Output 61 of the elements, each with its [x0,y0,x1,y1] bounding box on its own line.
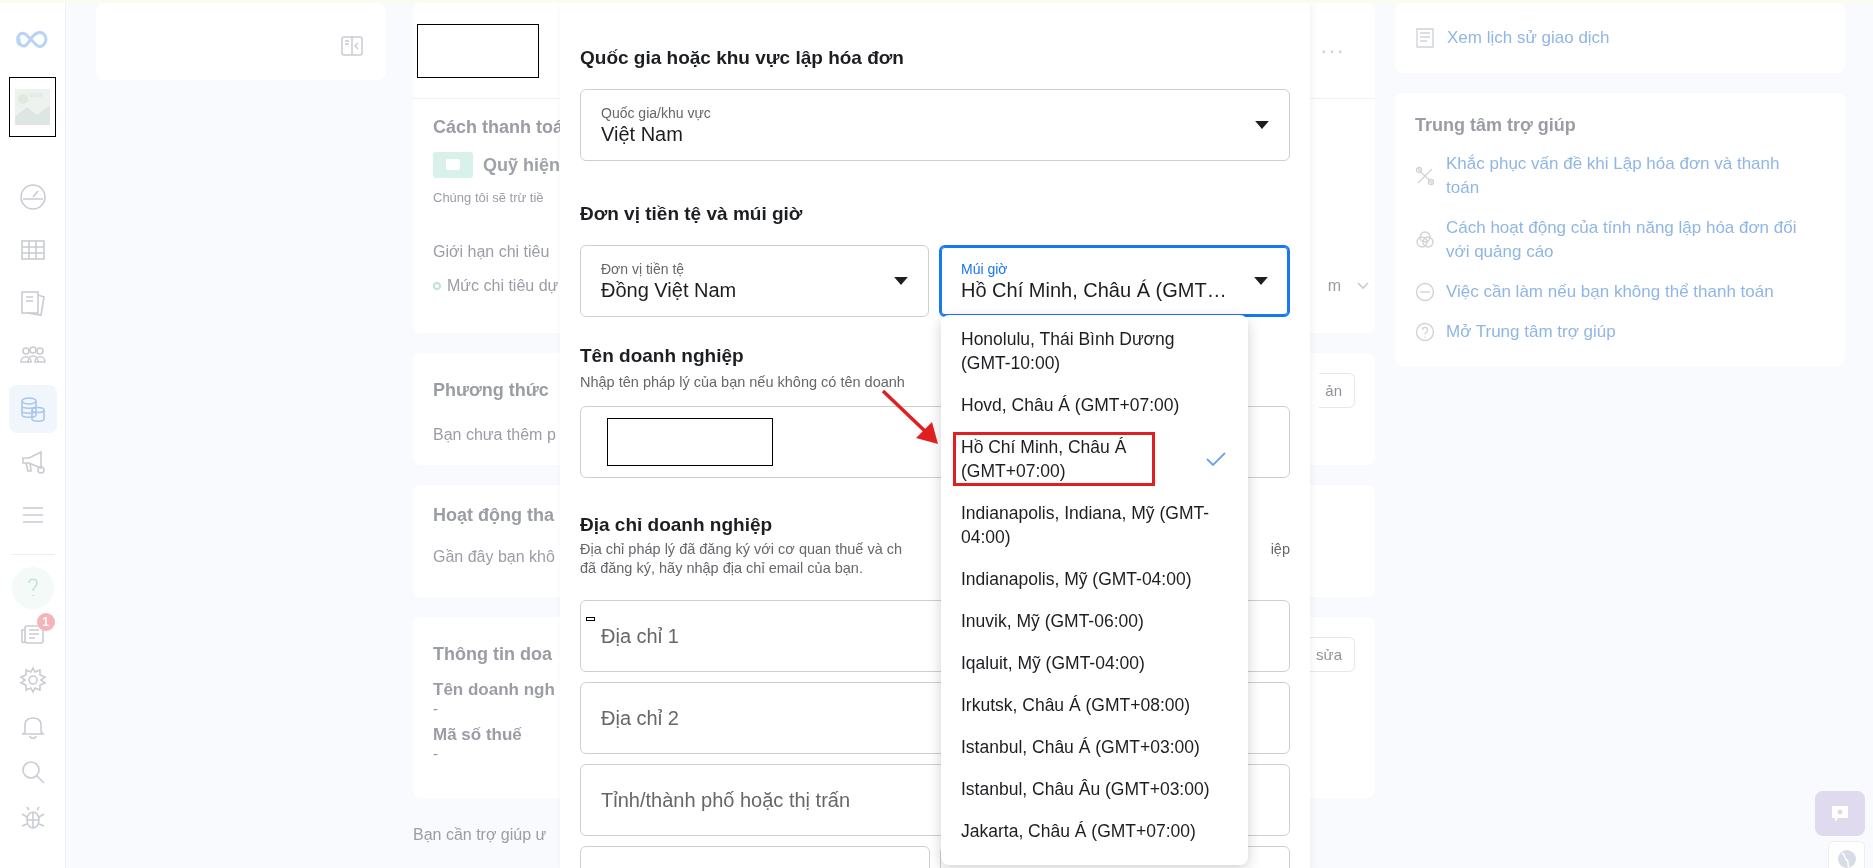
field-value: - [433,745,438,762]
timezone-option[interactable]: Inuvik, Mỹ (GMT-06:00) [941,600,1248,642]
chat-star-icon [1830,803,1850,824]
gauge-icon [18,183,47,211]
coins-icon [18,395,47,423]
help-prompt: Bạn cần trợ giúp ư [413,826,547,844]
minus-circle-icon [1415,282,1435,302]
payment-method-name: Quỹ hiện [483,154,560,176]
caret-icon [1254,277,1268,285]
help-icon [1415,322,1435,342]
card-text: Gần đây bạn khô [433,548,555,566]
field-label: Tên doanh ngh [433,680,555,700]
section-heading: Địa chỉ doanh nghiệp [580,514,773,536]
nav-item[interactable] [11,567,54,609]
chevron-down-icon[interactable] [1357,282,1369,290]
timezone-option[interactable]: Hovd, Châu Á (GMT+07:00) [941,384,1248,426]
limit-label: Giới hạn chi tiêu [433,243,550,261]
feedback-button[interactable] [1815,791,1865,836]
checkmark-icon [1206,452,1226,466]
meta-logo-icon[interactable] [15,29,50,49]
document-stack-icon [18,289,47,317]
settings-icon [18,666,47,694]
globe-icon [1836,849,1857,868]
card-title: Trung tâm trợ giúp [1415,115,1576,136]
circles-icon [1415,230,1435,250]
wallet-icon [433,152,473,178]
currency-select[interactable]: Đơn vị tiền tệ Đồng Việt Nam [580,245,929,317]
payment-note: Chúng tôi sẽ trừ tiề [433,190,544,205]
nav-item[interactable] [8,385,57,433]
card-text: Bạn chưa thêm p [433,426,556,444]
field-label: Mã số thuế [433,725,522,745]
card-title: Phương thức [433,380,549,401]
limit-value: m [1327,277,1341,295]
timezone-select[interactable]: Múi giờ Hồ Chí Minh, Châu Á (GMT… [939,245,1290,317]
field-value: - [433,700,438,717]
field-hint: đã đăng ký, hãy nhập địa chỉ email của bạn. [580,559,863,578]
caret-icon [1255,121,1269,129]
timezone-option[interactable]: Honolulu, Thái Bình Dương (GMT-10:00) [941,318,1248,384]
section-heading: Tên doanh nghiệp [580,345,744,367]
timezone-option[interactable]: Indianapolis, Mỹ (GMT-04:00) [941,558,1248,600]
sidebar-toggle-icon[interactable] [340,34,364,58]
field-hint: Địa chỉ pháp lý đã đăng ký với cơ quan thuế và ch [580,540,903,559]
receipt-icon [1415,28,1435,48]
status-dot [433,282,441,290]
field-hint: iệp [1270,540,1290,559]
annotation-arrow [880,388,940,446]
country-select[interactable]: Quốc gia/khu vực Việt Nam [580,89,1290,161]
notification-badge: 1 [36,613,55,631]
card-title: Hoạt động tha [433,505,554,526]
timezone-option[interactable]: Indianapolis, Indiana, Mỹ (GMT-04:00) [941,492,1248,558]
language-button[interactable] [1828,841,1865,868]
cursor-mark [586,617,595,621]
timezone-option[interactable]: Istanbul, Châu Âu (GMT+03:00) [941,768,1248,810]
tools-icon [1415,166,1435,186]
section-heading: Đơn vị tiền tệ và múi giờ [580,203,803,225]
caret-icon [894,277,908,285]
limit-status: Mức chi tiêu dự [447,277,559,295]
field-hint: Nhập tên pháp lý của bạn nếu không có tên doanh [580,373,905,392]
card-title: Thông tin doa [433,644,552,665]
section-heading: Quốc gia hoặc khu vực lập hóa đơn [580,47,904,69]
timezone-option[interactable]: Irkutsk, Châu Á (GMT+08:00) [941,684,1248,726]
